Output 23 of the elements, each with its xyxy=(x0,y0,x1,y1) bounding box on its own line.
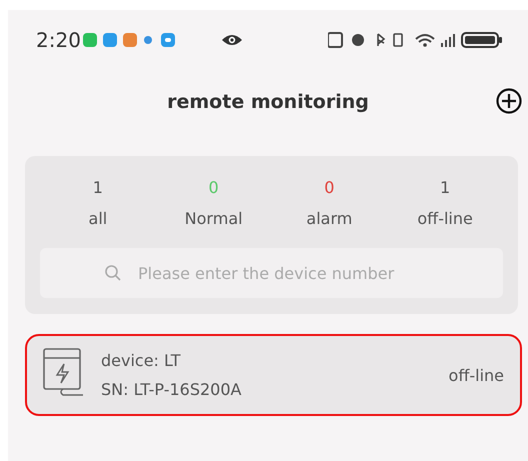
status-filter[interactable]: 0 Normal xyxy=(156,178,272,228)
status-filter[interactable]: 0 alarm xyxy=(272,178,388,228)
app-notification-icon xyxy=(102,33,117,47)
search-icon xyxy=(104,264,122,282)
status-filter[interactable]: 1 off-line xyxy=(387,178,503,228)
search-field[interactable]: Please enter the device number xyxy=(40,248,503,298)
app-notification-icon xyxy=(122,33,137,47)
device-name: device: LT xyxy=(101,351,182,370)
device-status: off-line xyxy=(448,366,504,384)
app-notification-icon xyxy=(82,33,97,47)
wifi-icon xyxy=(415,34,435,47)
battery-icon xyxy=(461,32,502,48)
add-button[interactable] xyxy=(496,88,522,114)
eye-icon xyxy=(220,33,243,47)
signal-icon xyxy=(441,34,455,47)
device-card[interactable]: device: LT SN: LT-P-16S200A off-line xyxy=(25,334,522,416)
status-time: 2:20 xyxy=(36,28,81,52)
dot-icon xyxy=(144,36,152,44)
serial-number: SN: LT-P-16S200A xyxy=(101,380,242,399)
app-notification-icon xyxy=(160,33,175,47)
page-title: remote monitoring xyxy=(167,91,369,113)
bluetooth-icon xyxy=(377,33,386,47)
status-filter[interactable]: 1 all xyxy=(40,178,156,228)
